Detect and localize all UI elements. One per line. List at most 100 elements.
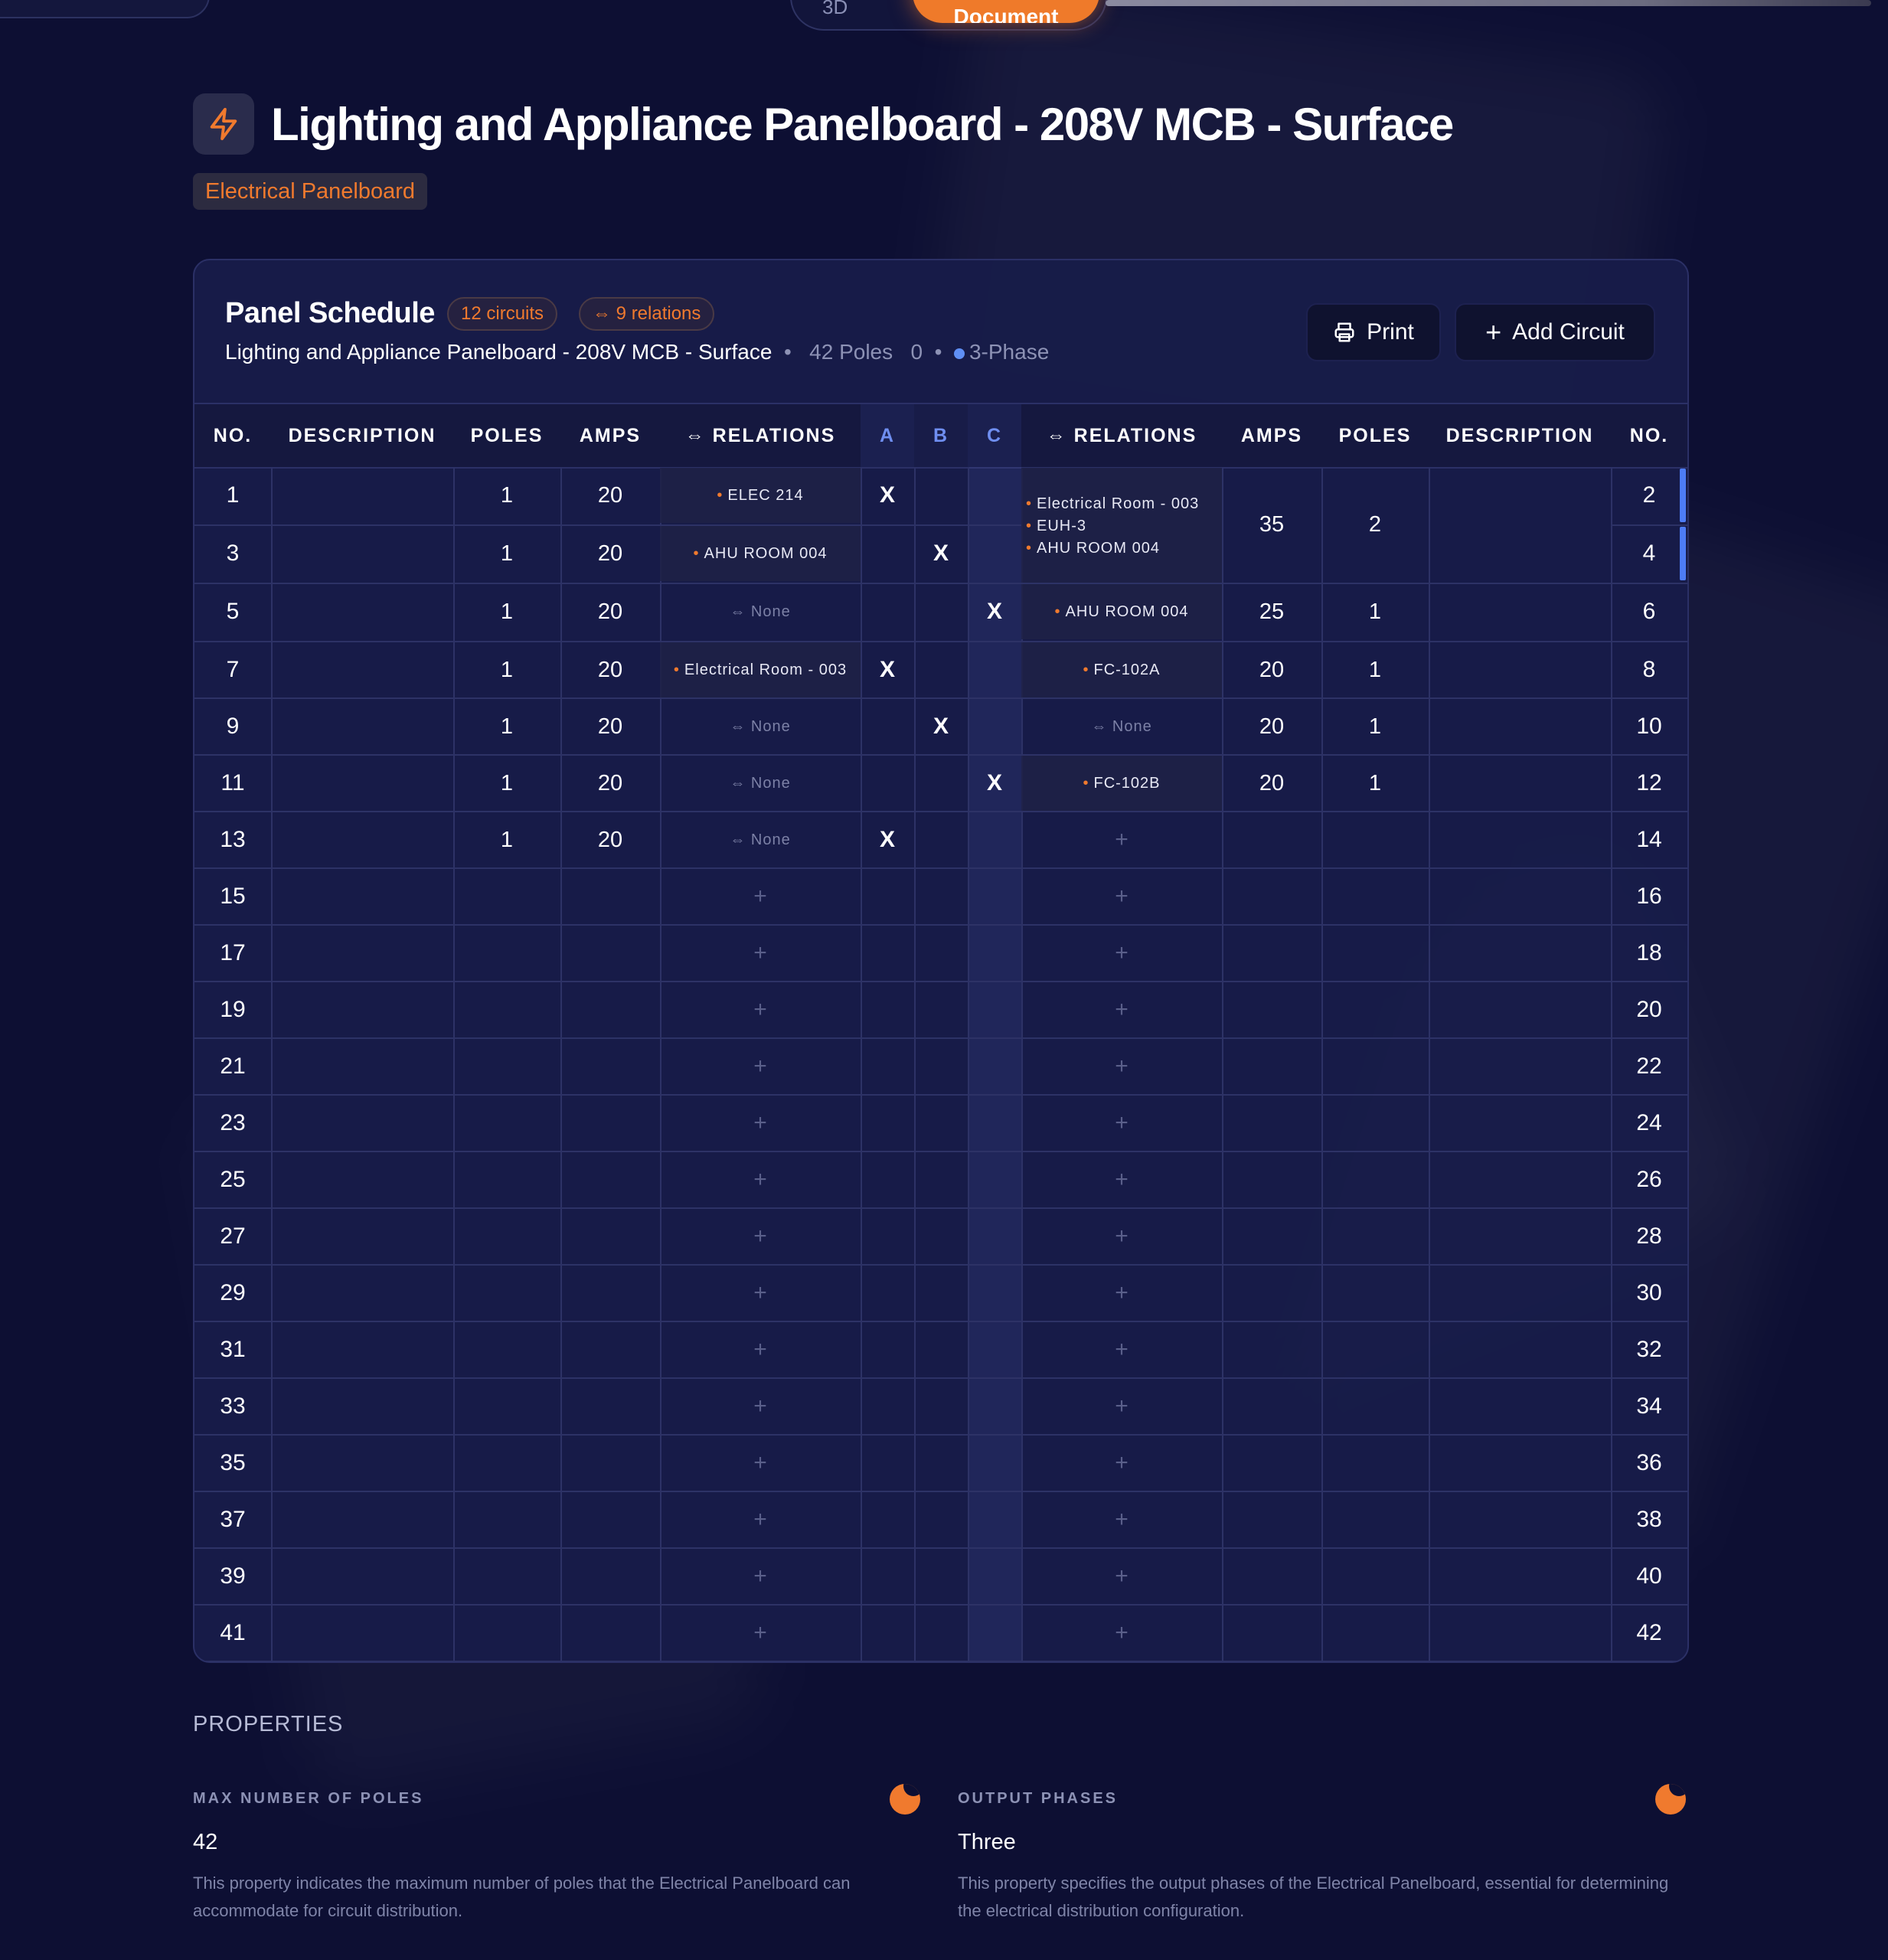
add-relation-icon[interactable]: + bbox=[1021, 1491, 1222, 1548]
circuit-poles[interactable]: 1 bbox=[453, 525, 560, 582]
circuit-number: 12 bbox=[1636, 770, 1662, 795]
circuit-amps[interactable]: 20 bbox=[560, 698, 660, 755]
relation-none[interactable]: ⇔ None bbox=[660, 812, 861, 868]
view-toggle[interactable]: 3D Document bbox=[790, 0, 1107, 31]
relation-none[interactable]: ⇔ None bbox=[660, 698, 861, 755]
circuit-amps[interactable]: 20 bbox=[560, 525, 660, 582]
relation-tag[interactable]: • AHU ROOM 004 bbox=[1021, 583, 1222, 640]
toggle-3d-option[interactable]: 3D bbox=[822, 0, 848, 19]
circuit-amps[interactable]: 20 bbox=[560, 583, 660, 640]
circuit-poles[interactable]: 1 bbox=[1321, 642, 1429, 698]
bullet-icon: • bbox=[1054, 603, 1061, 620]
add-relation-icon[interactable]: + bbox=[660, 1208, 861, 1265]
relations-chip[interactable]: ⇔ 9 relations bbox=[579, 297, 715, 331]
add-relation-icon[interactable]: + bbox=[660, 1605, 861, 1661]
add-relation-icon[interactable]: + bbox=[1021, 925, 1222, 982]
add-relation-icon[interactable]: + bbox=[1021, 1265, 1222, 1321]
circuit-amps[interactable]: 20 bbox=[560, 642, 660, 698]
circuit-amps[interactable]: 20 bbox=[560, 812, 660, 868]
add-relation-icon[interactable]: + bbox=[1021, 1208, 1222, 1265]
circuit-amps[interactable]: 25 bbox=[1222, 583, 1321, 640]
add-relation-icon[interactable]: + bbox=[1021, 1038, 1222, 1095]
add-relation-icon[interactable]: + bbox=[1021, 1152, 1222, 1208]
toggle-document-option[interactable]: Document bbox=[913, 0, 1099, 23]
circuit-poles[interactable]: 1 bbox=[453, 755, 560, 812]
circuit-number: 13 bbox=[220, 827, 246, 852]
circuit-number: 37 bbox=[220, 1507, 246, 1532]
panel-subtitle: Lighting and Appliance Panelboard - 208V… bbox=[225, 340, 1050, 364]
relation-none[interactable]: ⇔ None bbox=[1021, 698, 1222, 755]
bullet-icon: • bbox=[1083, 775, 1089, 792]
lightning-icon bbox=[193, 93, 254, 155]
add-relation-icon[interactable]: + bbox=[660, 1548, 861, 1605]
add-relation-icon[interactable]: + bbox=[660, 868, 861, 925]
phase-mark: X bbox=[933, 541, 949, 566]
circuit-amps[interactable]: 20 bbox=[1222, 698, 1321, 755]
header-no-left: NO. bbox=[213, 425, 253, 446]
add-relation-icon[interactable]: + bbox=[660, 1491, 861, 1548]
circuit-poles[interactable]: 1 bbox=[453, 698, 560, 755]
circuit-poles[interactable]: 1 bbox=[453, 467, 560, 524]
circuit-amps[interactable]: 20 bbox=[1222, 642, 1321, 698]
add-relation-icon[interactable]: + bbox=[660, 1378, 861, 1435]
top-left-control[interactable] bbox=[0, 0, 210, 18]
add-relation-icon[interactable]: + bbox=[660, 1435, 861, 1491]
property-status-icon[interactable] bbox=[890, 1784, 920, 1815]
relation-tag[interactable]: • Electrical Room - 003 bbox=[660, 642, 861, 698]
relation-none[interactable]: ⇔ None bbox=[660, 583, 861, 640]
circuit-number: 30 bbox=[1636, 1280, 1662, 1305]
circuit-number: 22 bbox=[1636, 1054, 1662, 1079]
circuit-number: 1 bbox=[226, 482, 240, 508]
add-relation-icon[interactable]: + bbox=[1021, 1378, 1222, 1435]
circuit-number: 19 bbox=[220, 997, 246, 1022]
circuit-number: 4 bbox=[1642, 541, 1656, 566]
selected-row-indicator bbox=[1680, 527, 1686, 580]
add-relation-icon[interactable]: + bbox=[1021, 982, 1222, 1038]
add-relation-icon[interactable]: + bbox=[660, 1152, 861, 1208]
add-relation-icon[interactable]: + bbox=[660, 1095, 861, 1152]
page-title: Lighting and Appliance Panelboard - 208V… bbox=[271, 99, 1454, 150]
circuit-amps[interactable]: 20 bbox=[560, 755, 660, 812]
add-circuit-button[interactable]: + Add Circuit bbox=[1455, 303, 1655, 361]
property-value-max-poles: 42 bbox=[193, 1830, 218, 1854]
circuit-number: 35 bbox=[220, 1450, 246, 1475]
circuit-amps[interactable]: 20 bbox=[560, 467, 660, 524]
circuit-amps[interactable]: 20 bbox=[1222, 755, 1321, 812]
bullet-icon: • bbox=[673, 662, 680, 678]
relation-none[interactable]: ⇔ None bbox=[660, 755, 861, 812]
add-relation-icon[interactable]: + bbox=[660, 1038, 861, 1095]
link-icon: ⇔ bbox=[730, 775, 751, 792]
relation-tag[interactable]: • FC-102A bbox=[1021, 642, 1222, 698]
relation-tag[interactable]: • AHU ROOM 004 bbox=[660, 525, 861, 582]
add-relation-icon[interactable]: + bbox=[1021, 868, 1222, 925]
add-relation-icon[interactable]: + bbox=[1021, 812, 1222, 868]
relation-tag[interactable]: • ELEC 214 bbox=[660, 467, 861, 524]
relation-tag-list[interactable]: • Electrical Room - 003 • EUH-3 • AHU ROOM 00… bbox=[1026, 493, 1199, 560]
link-icon: ⇔ bbox=[1046, 425, 1074, 446]
add-relation-icon[interactable]: + bbox=[660, 1321, 861, 1378]
circuit-amps[interactable]: 35 bbox=[1222, 467, 1321, 582]
circuit-poles[interactable]: 1 bbox=[453, 642, 560, 698]
add-relation-icon[interactable]: + bbox=[660, 925, 861, 982]
add-relation-icon[interactable]: + bbox=[660, 1265, 861, 1321]
circuit-poles[interactable]: 1 bbox=[453, 812, 560, 868]
relation-tag[interactable]: • FC-102B bbox=[1021, 755, 1222, 812]
circuit-number: 26 bbox=[1636, 1167, 1662, 1192]
row-divider bbox=[194, 811, 1687, 812]
circuit-poles[interactable]: 1 bbox=[1321, 755, 1429, 812]
circuit-poles[interactable]: 1 bbox=[453, 583, 560, 640]
add-relation-icon[interactable]: + bbox=[1021, 1095, 1222, 1152]
circuit-poles[interactable]: 2 bbox=[1321, 467, 1429, 582]
print-button[interactable]: Print bbox=[1306, 303, 1441, 361]
phase-mark: X bbox=[986, 599, 1002, 624]
property-status-icon[interactable] bbox=[1655, 1784, 1686, 1815]
circuit-poles[interactable]: 1 bbox=[1321, 698, 1429, 755]
circuit-poles[interactable]: 1 bbox=[1321, 583, 1429, 640]
add-relation-icon[interactable]: + bbox=[1021, 1435, 1222, 1491]
add-relation-icon[interactable]: + bbox=[660, 982, 861, 1038]
add-relation-icon[interactable]: + bbox=[1021, 1548, 1222, 1605]
add-relation-icon[interactable]: + bbox=[1021, 1605, 1222, 1661]
add-relation-icon[interactable]: + bbox=[1021, 1321, 1222, 1378]
relations-chip-label: 9 relations bbox=[616, 303, 701, 324]
phase-dot-icon bbox=[953, 348, 965, 359]
